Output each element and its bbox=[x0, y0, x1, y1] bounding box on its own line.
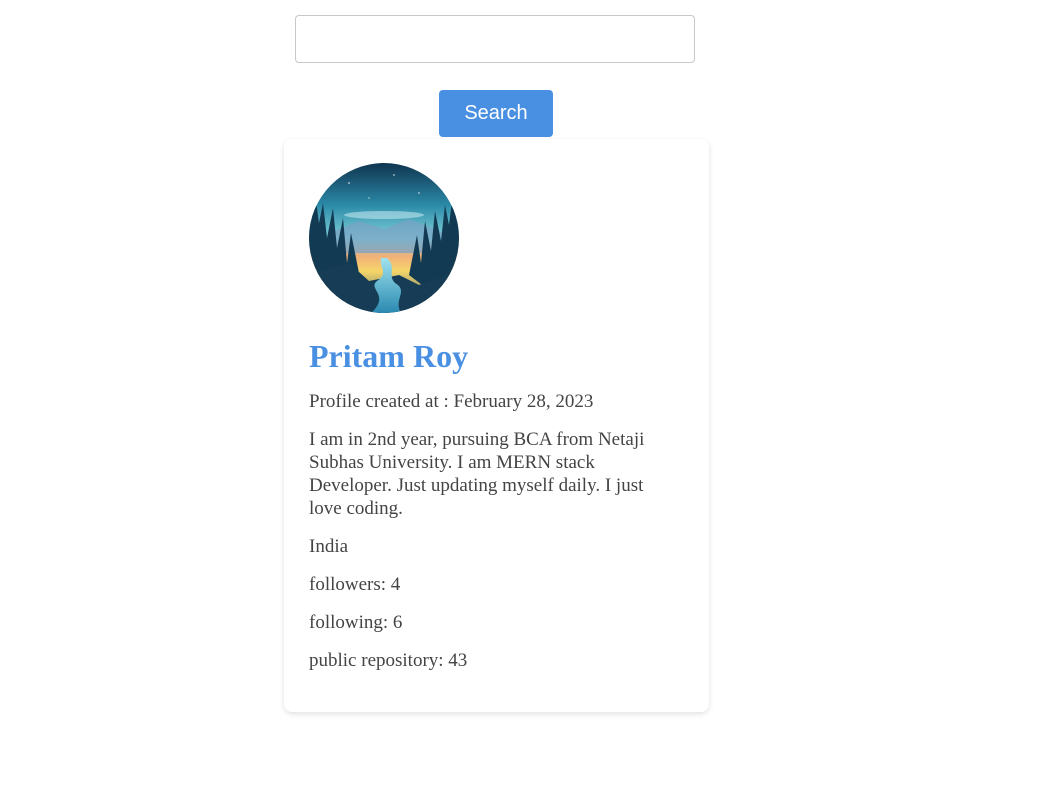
search-input[interactable] bbox=[295, 15, 695, 63]
profile-name: Pritam Roy bbox=[309, 338, 469, 374]
profile-bio: I am in 2nd year, pursuing BCA from Neta… bbox=[309, 429, 645, 519]
followers-count: followers: 4 bbox=[309, 574, 401, 595]
following-count: following: 6 bbox=[309, 612, 403, 633]
profile-created-date: Profile created at : February 28, 2023 bbox=[309, 391, 594, 412]
profile-card: Pritam Roy Profile created at : February… bbox=[284, 139, 709, 712]
profile-location: India bbox=[309, 536, 349, 557]
search-button[interactable]: Search bbox=[439, 90, 553, 137]
avatar-landscape-image bbox=[309, 163, 459, 313]
avatar bbox=[309, 163, 459, 313]
public-repository-count: public repository: 43 bbox=[309, 650, 468, 671]
page: Search Pritam Roy Profile created at: F… bbox=[0, 0, 1047, 808]
